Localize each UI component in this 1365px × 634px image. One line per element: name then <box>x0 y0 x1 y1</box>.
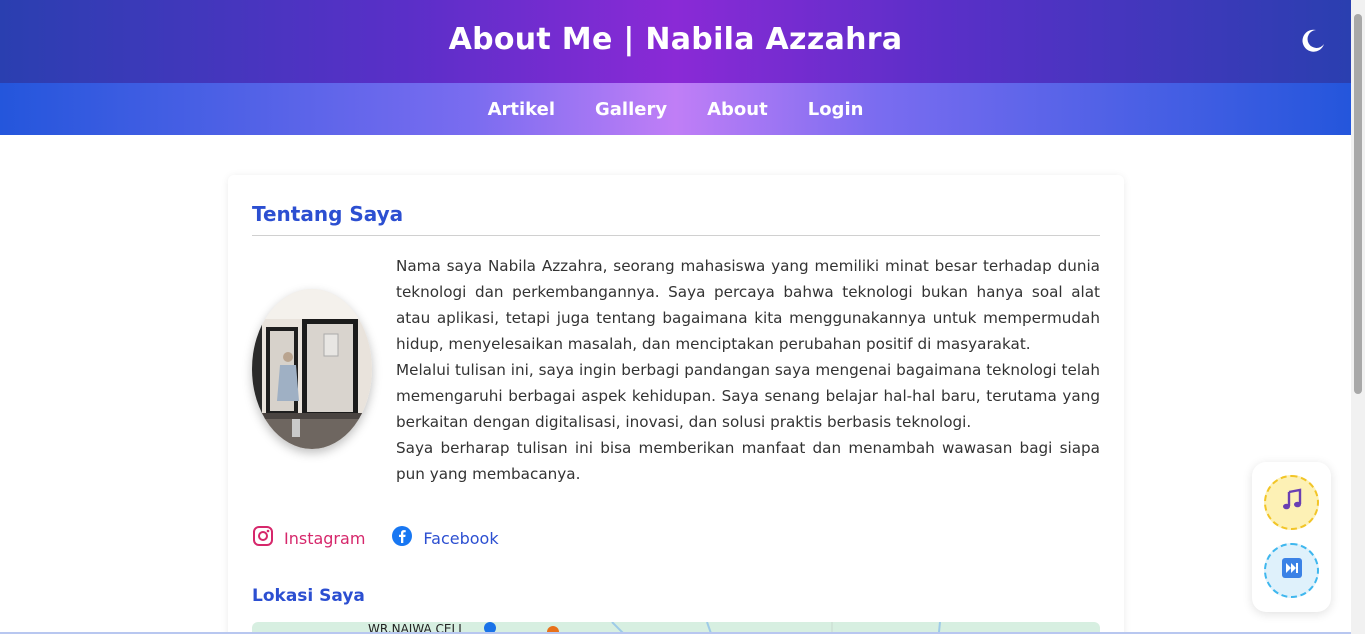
nav-item-gallery[interactable]: Gallery <box>595 99 667 120</box>
nav-item-login[interactable]: Login <box>808 99 864 120</box>
divider <box>252 235 1100 236</box>
nav-item-artikel[interactable]: Artikel <box>488 99 555 120</box>
facebook-label: Facebook <box>423 528 499 548</box>
scrollbar-thumb[interactable] <box>1354 14 1362 394</box>
bio-paragraph: Saya berharap tulisan ini bisa memberika… <box>396 439 1100 483</box>
main-nav: Artikel Gallery About Login <box>0 83 1351 135</box>
site-header: About Me | Nabila Azzahra <box>0 0 1351 83</box>
scrollbar[interactable] <box>1351 0 1365 634</box>
bio-paragraph: Melalui tulisan ini, saya ingin berbagi … <box>396 361 1100 431</box>
nav-item-about[interactable]: About <box>707 99 768 120</box>
next-track-button[interactable] <box>1264 543 1319 598</box>
social-links: Instagram Facebook <box>252 525 499 551</box>
moon-icon[interactable] <box>1296 24 1328 56</box>
media-controls <box>1252 462 1331 612</box>
bio-paragraph: Nama saya Nabila Azzahra, seorang mahasi… <box>396 257 1100 353</box>
page-title: About Me | Nabila Azzahra <box>448 22 903 57</box>
facebook-link[interactable]: Facebook <box>391 525 499 551</box>
music-button[interactable] <box>1264 475 1319 530</box>
about-title: Tentang Saya <box>252 202 404 226</box>
music-note-icon <box>1280 488 1304 517</box>
instagram-link[interactable]: Instagram <box>252 525 365 551</box>
location-title: Lokasi Saya <box>252 586 365 606</box>
bio-text: Nama saya Nabila Azzahra, seorang mahasi… <box>396 253 1100 487</box>
instagram-label: Instagram <box>284 528 366 548</box>
about-card: Tentang Saya Nama saya Nabila Azzahra, s… <box>228 175 1124 634</box>
avatar <box>252 289 372 449</box>
fast-forward-icon <box>1281 557 1303 584</box>
facebook-icon <box>391 525 413 551</box>
instagram-icon <box>252 525 274 551</box>
